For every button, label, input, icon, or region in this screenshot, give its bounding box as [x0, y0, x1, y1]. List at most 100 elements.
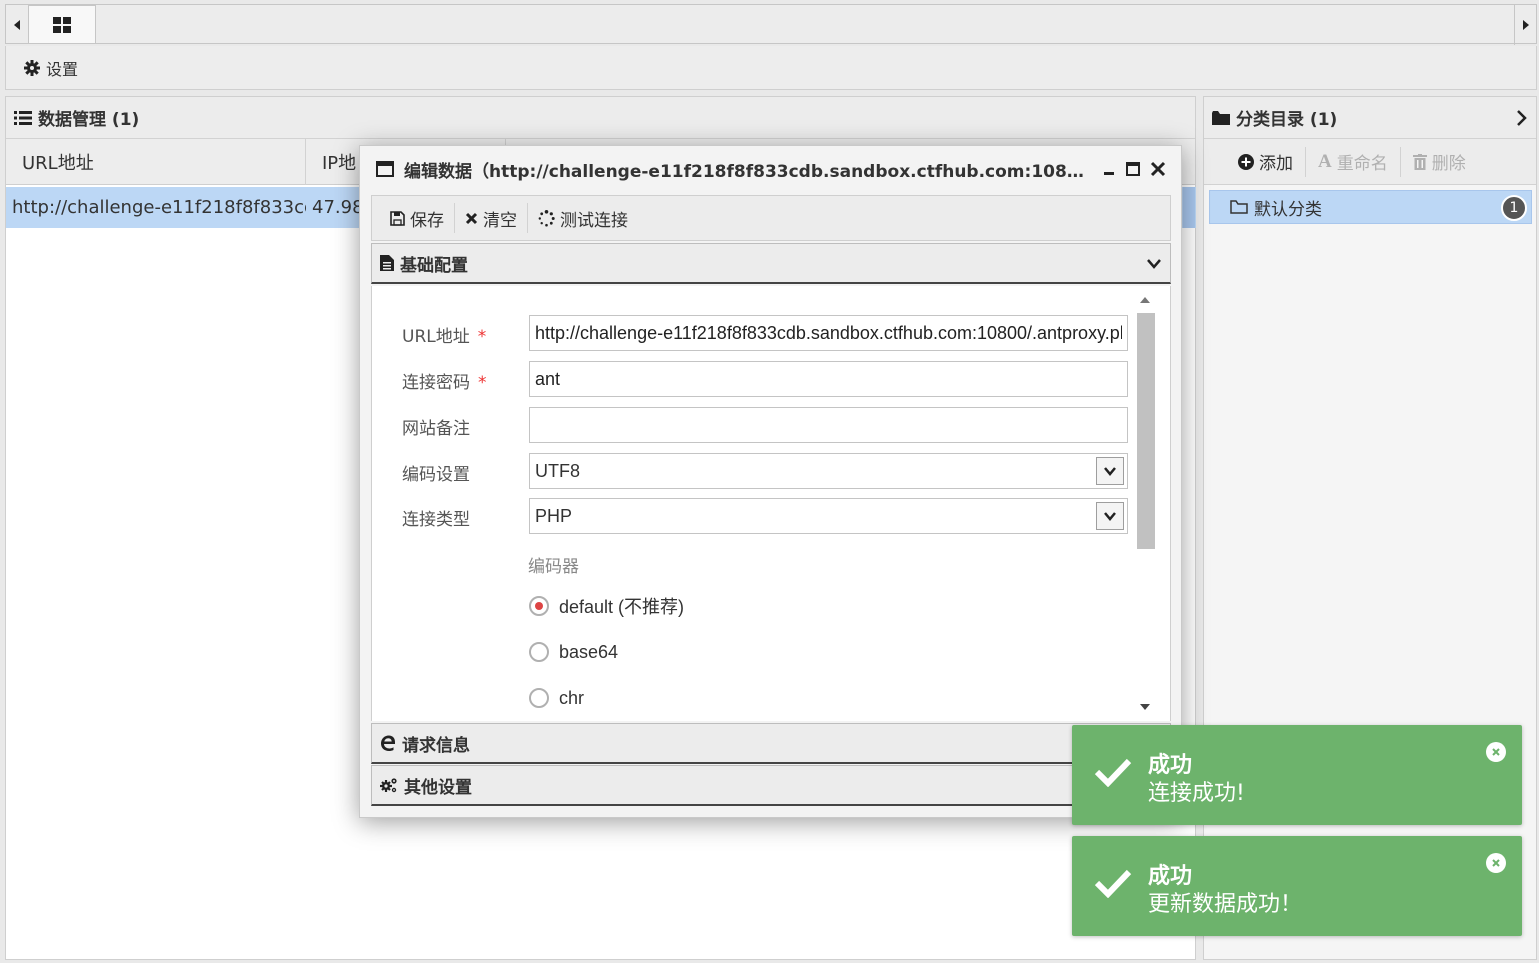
tab-home[interactable] — [28, 5, 96, 43]
encoding-dropdown-button[interactable] — [1096, 457, 1124, 485]
caret-down-icon[interactable] — [1140, 704, 1150, 711]
edit-data-dialog: 编辑数据（http://challenge-e11f218f8f833cdb.s… — [359, 145, 1182, 818]
radio-unselected[interactable] — [529, 688, 549, 708]
check-icon — [1094, 758, 1132, 787]
floppy-disk-icon — [390, 210, 405, 226]
chevron-right-icon — [1517, 110, 1527, 126]
password-input[interactable] — [529, 361, 1128, 397]
window-icon — [376, 161, 394, 177]
tab-scroll-right-button[interactable] — [1514, 5, 1536, 45]
password-row: 连接密码 * — [372, 361, 1142, 397]
column-header-url[interactable]: URL地址 — [6, 139, 306, 185]
edge-browser-icon — [381, 735, 395, 751]
tab-scroll-left-button[interactable] — [6, 5, 28, 45]
category-toolbar: 添加 A 重命名 删除 — [1204, 139, 1536, 185]
section-other-label: 其他设置 — [404, 777, 472, 798]
note-input[interactable] — [529, 407, 1128, 443]
encoder-option-chr[interactable]: chr — [529, 686, 584, 710]
list-icon — [14, 110, 32, 125]
encoding-label: 编码设置 — [402, 465, 470, 485]
category-count-badge: 1 — [1501, 195, 1527, 221]
url-label: URL地址 * — [402, 327, 487, 347]
form-scrollbar[interactable] — [1135, 292, 1155, 717]
category-item-default[interactable]: 默认分类 1 — [1209, 190, 1532, 224]
chevron-down-icon — [1104, 512, 1116, 521]
settings-button[interactable]: 设置 — [5, 46, 1537, 90]
minimize-button[interactable] — [1102, 162, 1116, 176]
chevron-down-icon — [1147, 259, 1161, 269]
encoder-label: 编码器 — [528, 557, 579, 577]
section-basic-config[interactable]: 基础配置 — [371, 243, 1171, 284]
cell-url: http://challenge-e11f218f8f833cdl — [12, 197, 306, 218]
encoder-option-base64[interactable]: base64 — [529, 640, 618, 664]
note-label: 网站备注 — [402, 419, 470, 439]
dialog-toolbar: 保存 清空 测试连接 — [371, 195, 1171, 241]
toast-close-button[interactable] — [1486, 742, 1506, 762]
gear-icon — [24, 59, 40, 76]
toast-message: 更新数据成功！ — [1148, 892, 1303, 917]
encoding-select[interactable]: UTF8 — [529, 453, 1128, 489]
toast-close-button[interactable] — [1486, 853, 1506, 873]
folder-open-icon — [1230, 200, 1248, 214]
dialog-title-bar[interactable]: 编辑数据（http://challenge-e11f218f8f833cdb.s… — [360, 146, 1181, 192]
test-connection-button[interactable]: 测试连接 — [528, 203, 638, 233]
file-text-icon — [380, 255, 394, 271]
close-icon — [465, 212, 478, 224]
save-button[interactable]: 保存 — [380, 203, 454, 233]
radio-unselected[interactable] — [529, 642, 549, 662]
encoding-row: 编码设置 UTF8 — [372, 453, 1142, 489]
url-row: URL地址 * — [372, 315, 1142, 351]
scroll-thumb[interactable] — [1137, 313, 1155, 549]
collapse-panel-button[interactable] — [1516, 109, 1528, 127]
category-panel: 分类目录 (1) 添加 A 重命名 删除 默认分类 1 — [1203, 96, 1537, 960]
required-mark: * — [477, 327, 487, 347]
maximize-icon — [1126, 162, 1140, 176]
radio-selected[interactable] — [529, 596, 549, 616]
close-button[interactable] — [1150, 161, 1166, 177]
check-icon — [1094, 869, 1132, 898]
close-icon — [1492, 748, 1500, 756]
grid-icon — [53, 16, 71, 33]
data-panel-title: 数据管理 (1) — [38, 110, 140, 130]
type-dropdown-button[interactable] — [1096, 502, 1124, 530]
tab-strip — [5, 4, 1537, 45]
type-row: 连接类型 PHP — [372, 498, 1142, 534]
spinner-icon — [538, 209, 555, 226]
close-icon — [1492, 859, 1500, 867]
dialog-title: 编辑数据（http://challenge-e11f218f8f833cdb.s… — [404, 161, 1094, 182]
font-icon: A — [1318, 150, 1332, 172]
close-icon — [1150, 161, 1166, 177]
url-input[interactable] — [529, 315, 1128, 351]
category-item-label: 默认分类 — [1254, 199, 1322, 220]
data-panel-header: 数据管理 (1) — [6, 97, 1195, 139]
success-toast: 成功 连接成功! — [1072, 725, 1522, 825]
table-scrollbar[interactable] — [1183, 187, 1195, 228]
category-panel-title: 分类目录 (1) — [1236, 110, 1338, 130]
minimize-icon — [1104, 172, 1114, 175]
connection-type-select[interactable]: PHP — [529, 498, 1128, 534]
folder-icon — [1212, 110, 1230, 125]
caret-up-icon[interactable] — [1140, 296, 1150, 303]
caret-left-icon — [14, 20, 20, 30]
section-request-info[interactable]: 请求信息 — [371, 723, 1171, 764]
clear-button[interactable]: 清空 — [455, 203, 527, 233]
trash-icon — [1412, 153, 1427, 170]
cell-ip: 47.98 — [312, 197, 364, 218]
encoding-value: UTF8 — [535, 460, 580, 481]
add-category-button[interactable]: 添加 — [1226, 147, 1305, 177]
toast-message: 连接成功! — [1148, 781, 1245, 806]
delete-category-button[interactable]: 删除 — [1401, 147, 1478, 177]
basic-config-form: URL地址* 连接密码* 网站备注 编码设置 UTF8 连接类型 PHP — [371, 286, 1171, 721]
settings-label: 设置 — [46, 59, 79, 79]
caret-right-icon — [1522, 20, 1529, 30]
maximize-button[interactable] — [1126, 162, 1140, 176]
category-panel-header: 分类目录 (1) — [1204, 97, 1536, 139]
note-row: 网站备注 — [372, 407, 1142, 443]
required-mark: * — [478, 373, 487, 393]
section-other-settings[interactable]: 其他设置 — [371, 765, 1171, 806]
section-basic-label: 基础配置 — [400, 255, 468, 276]
section-request-label: 请求信息 — [402, 735, 470, 756]
rename-category-button[interactable]: A 重命名 — [1306, 147, 1400, 177]
connection-type-value: PHP — [535, 505, 573, 526]
encoder-option-default[interactable]: default (不推荐) — [529, 594, 684, 618]
